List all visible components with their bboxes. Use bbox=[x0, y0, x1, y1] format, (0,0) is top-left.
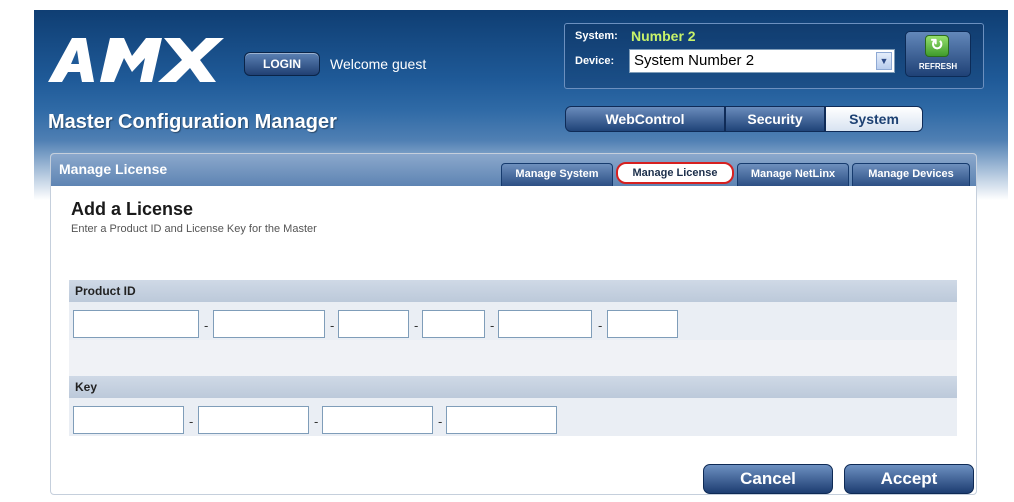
app-title: Master Configuration Manager bbox=[48, 111, 337, 133]
separator: - bbox=[314, 414, 319, 429]
separator: - bbox=[414, 318, 419, 333]
cancel-button[interactable]: Cancel bbox=[703, 464, 833, 494]
refresh-label: REFRESH bbox=[918, 62, 958, 71]
panel-title: Manage License bbox=[59, 161, 168, 177]
product-id-field-5[interactable] bbox=[498, 310, 592, 338]
key-field-2[interactable] bbox=[198, 406, 309, 434]
refresh-icon: ↻ bbox=[925, 35, 949, 57]
product-id-field-6[interactable] bbox=[607, 310, 678, 338]
tab-manage-devices[interactable]: Manage Devices bbox=[852, 163, 970, 186]
accept-button[interactable]: Accept bbox=[844, 464, 974, 494]
chevron-down-icon[interactable]: ▼ bbox=[876, 52, 892, 70]
key-field-3[interactable] bbox=[322, 406, 433, 434]
key-field-4[interactable] bbox=[446, 406, 557, 434]
amx-logo bbox=[48, 38, 224, 82]
key-section: Key - - - bbox=[69, 376, 957, 436]
key-label: Key bbox=[69, 376, 957, 398]
login-button[interactable]: LOGIN bbox=[244, 52, 320, 76]
system-value: Number 2 bbox=[631, 28, 696, 44]
form-subtitle: Enter a Product ID and License Key for t… bbox=[71, 223, 317, 235]
separator: - bbox=[490, 318, 495, 333]
device-label: Device: bbox=[575, 55, 615, 67]
tab-webcontrol[interactable]: WebControl bbox=[565, 106, 725, 132]
form-title: Add a License bbox=[71, 199, 194, 219]
panel-header: Manage License Manage System Manage Lice… bbox=[51, 154, 976, 186]
system-label: System: bbox=[575, 30, 618, 42]
product-id-field-4[interactable] bbox=[422, 310, 485, 338]
separator: - bbox=[438, 414, 443, 429]
app-frame: LOGIN Welcome guest System: Number 2 Dev… bbox=[34, 10, 1008, 502]
device-select[interactable]: System Number 2 ▼ bbox=[629, 49, 895, 73]
product-id-section: Product ID - - - - - bbox=[69, 280, 957, 340]
tab-system[interactable]: System bbox=[825, 106, 923, 132]
tab-security[interactable]: Security bbox=[725, 106, 825, 132]
key-field-1[interactable] bbox=[73, 406, 184, 434]
device-select-value: System Number 2 bbox=[634, 52, 755, 69]
system-selector: System: Number 2 Device: System Number 2… bbox=[564, 23, 984, 89]
separator: - bbox=[189, 414, 194, 429]
product-id-label: Product ID bbox=[69, 280, 957, 302]
tab-manage-netlinx[interactable]: Manage NetLinx bbox=[737, 163, 849, 186]
tab-manage-license[interactable]: Manage License bbox=[616, 162, 734, 184]
section-spacer bbox=[69, 340, 957, 376]
product-id-field-2[interactable] bbox=[213, 310, 325, 338]
welcome-text: Welcome guest bbox=[330, 56, 427, 72]
manage-license-panel: Manage License Manage System Manage Lice… bbox=[50, 153, 977, 495]
product-id-field-1[interactable] bbox=[73, 310, 199, 338]
main-tabs: WebControl Security System bbox=[565, 106, 985, 132]
product-id-field-3[interactable] bbox=[338, 310, 409, 338]
separator: - bbox=[598, 318, 603, 333]
separator: - bbox=[330, 318, 335, 333]
refresh-button[interactable]: ↻ REFRESH bbox=[905, 31, 971, 77]
separator: - bbox=[204, 318, 209, 333]
tab-manage-system[interactable]: Manage System bbox=[501, 163, 613, 186]
